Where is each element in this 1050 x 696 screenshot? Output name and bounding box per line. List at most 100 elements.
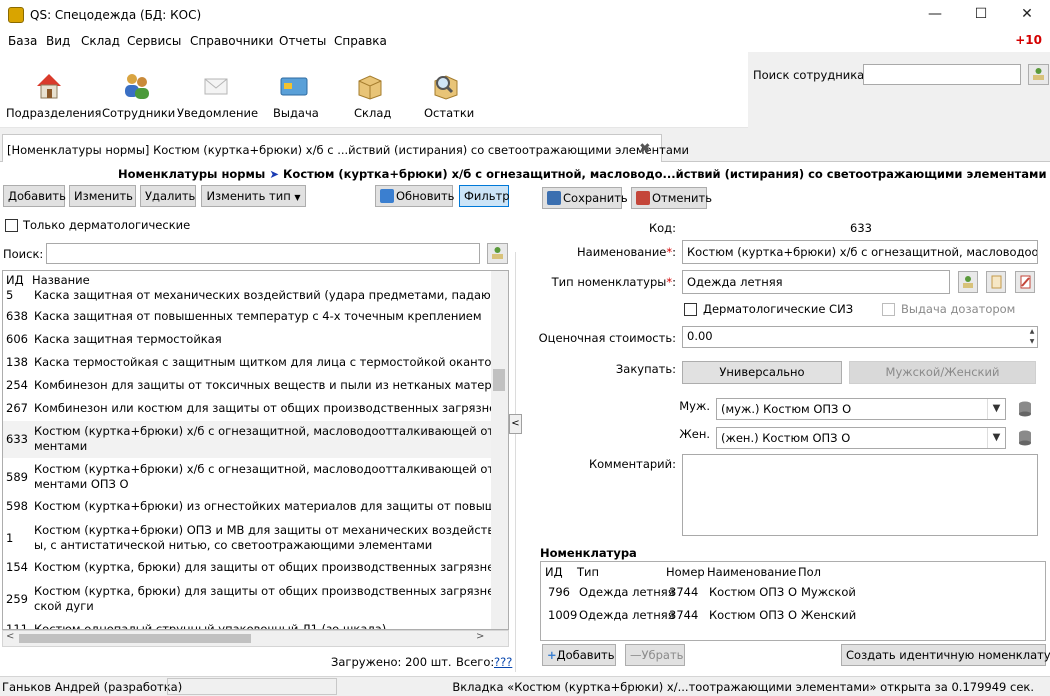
list-item[interactable]: 606 Каска защитная термостойкая <box>3 329 491 352</box>
derma-checkbox[interactable] <box>684 303 697 316</box>
close-tab-icon[interactable]: ✖ <box>639 141 651 157</box>
list-item[interactable]: 5 Каска защитная от механических воздейс… <box>3 286 492 306</box>
notification-counter[interactable]: +10 <box>1015 33 1042 47</box>
nom-column-number[interactable]: Номер <box>666 565 705 579</box>
list-item[interactable]: 267 Комбинезон или костюм для защиты от … <box>3 398 492 421</box>
list-item[interactable]: 138 Каска термостойкая с защитным щитком… <box>3 352 492 375</box>
search-button[interactable] <box>487 243 508 264</box>
add-button[interactable]: Добавить <box>3 185 66 207</box>
search-label: Поиск: <box>3 247 44 261</box>
cancel-button[interactable]: Отменить <box>631 187 712 209</box>
list-item[interactable]: 638 Каска защитная от повышенных темпера… <box>3 306 491 329</box>
filter-button[interactable]: Фильтр <box>459 185 510 207</box>
list-item[interactable]: 154 Костюм (куртка, брюки) для защиты от… <box>3 557 492 580</box>
list-horizontal-scrollbar[interactable]: < > <box>2 630 509 647</box>
delete-button[interactable]: Удалить <box>140 185 196 207</box>
menu-vid[interactable]: Вид <box>46 34 70 48</box>
nom-column-id[interactable]: ИД <box>545 565 563 579</box>
derma-only-checkbox[interactable] <box>5 219 18 232</box>
collapse-panel-button[interactable]: < <box>509 414 522 434</box>
menu-spravochniki[interactable]: Справочники <box>190 34 273 48</box>
name-label: Наименование*: <box>577 245 676 259</box>
person-search-icon <box>492 247 503 259</box>
nom-remove-button[interactable]: —Убрать <box>625 644 685 666</box>
breadcrumb: Номенклатуры нормы ➤ Костюм (куртка+брюк… <box>118 167 1047 181</box>
price-input[interactable]: 0.00 <box>682 326 1038 348</box>
toolbar-podrazdeleniya-button[interactable]: Подразделения <box>4 66 101 122</box>
comment-textarea[interactable] <box>682 454 1038 536</box>
list-item-selected[interactable]: 633 Костюм (куртка+брюки) х/б с огнезащи… <box>3 421 492 458</box>
toolbar-uvedomlenie-button[interactable]: Уведомление <box>176 66 258 122</box>
list-item[interactable]: 1 Костюм (куртка+брюки) ОПЗ и МВ для защ… <box>3 519 492 557</box>
scrollbar-thumb[interactable] <box>19 634 251 643</box>
minimize-button[interactable]: — <box>912 0 958 30</box>
menu-baza[interactable]: База <box>8 34 37 48</box>
tab-content: Номенклатуры нормы ➤ Костюм (куртка+брюк… <box>0 162 1050 676</box>
column-header-name[interactable]: Название <box>32 273 90 287</box>
table-row[interactable]: 796 Одежда летняя 3744 Костюм ОПЗ О Мужс… <box>541 581 1045 603</box>
female-database-button[interactable] <box>1016 429 1034 447</box>
plus-icon: + <box>547 648 557 662</box>
window-title: QS: Спецодежда (БД: КОС) <box>30 8 202 22</box>
price-spinner[interactable]: ▲ ▼ <box>1027 327 1037 347</box>
maximize-button[interactable]: ☐ <box>958 0 1004 30</box>
column-header-id[interactable]: ИД <box>6 273 24 287</box>
list-item[interactable]: 589 Костюм (куртка+брюки) х/б с огнезащи… <box>3 458 492 496</box>
main-toolbar: Подразделения Сотрудники Уведомление Выд… <box>0 52 748 128</box>
name-input[interactable]: Костюм (куртка+брюки) х/б с огнезащитной… <box>682 240 1038 264</box>
nom-column-gender[interactable]: Пол <box>798 565 821 579</box>
chevron-down-icon: ▼ <box>987 399 1005 419</box>
nom-column-type[interactable]: Тип <box>577 565 599 579</box>
open-type-button[interactable] <box>986 271 1006 293</box>
save-icon <box>547 191 561 205</box>
create-identical-button[interactable]: Создать идентичную номенклатуру <box>841 644 1050 666</box>
toolbar-sotrudniki-button[interactable]: Сотрудники <box>100 66 175 122</box>
code-value: 633 <box>850 221 872 235</box>
employee-search-button[interactable] <box>1028 64 1049 85</box>
nom-add-button[interactable]: +Добавить <box>542 644 616 666</box>
refresh-button[interactable]: Обновить <box>375 185 454 207</box>
menu-spravka[interactable]: Справка <box>334 34 387 48</box>
tab-title: [Номенклатуры нормы] Костюм (куртка+брюк… <box>7 143 690 157</box>
edit-button[interactable]: Изменить <box>69 185 136 207</box>
list-item[interactable]: 259 Костюм (куртка, брюки) для защиты от… <box>3 580 492 618</box>
toolbar-vydacha-button[interactable]: Выдача <box>266 66 322 122</box>
breadcrumb-root: Номенклатуры нормы <box>118 167 266 181</box>
scrollbar-thumb[interactable] <box>493 369 505 391</box>
save-button[interactable]: Сохранить <box>542 187 628 209</box>
male-database-button[interactable] <box>1016 400 1034 418</box>
select-type-button[interactable] <box>958 271 978 293</box>
menu-sklad[interactable]: Склад <box>81 34 120 48</box>
dispenser-checkbox[interactable] <box>882 303 895 316</box>
employee-search-input[interactable] <box>863 64 1021 85</box>
type-input[interactable]: Одежда летняя <box>682 270 950 294</box>
female-nomenclature-select[interactable]: (жен.) Костюм ОПЗ О ▼ <box>716 427 1006 449</box>
male-nomenclature-select[interactable]: (муж.) Костюм ОПЗ О ▼ <box>716 398 1006 420</box>
tab-nomenclature-norm[interactable]: [Номенклатуры нормы] Костюм (куртка+брюк… <box>2 134 689 163</box>
list-item[interactable]: 598 Костюм (куртка+брюки) из огнестойких… <box>3 496 492 519</box>
table-row[interactable]: 1009 Одежда летняя 3744 Костюм ОПЗ О Жен… <box>541 604 1045 626</box>
universal-button[interactable]: Универсально <box>682 361 842 384</box>
menu-otchety[interactable]: Отчеты <box>279 34 326 48</box>
edit-type-button[interactable] <box>1015 271 1035 293</box>
list-item[interactable]: 254 Комбинезон для защиты от токсичных в… <box>3 375 492 398</box>
nomenclature-table[interactable]: ИД Тип Номер Наименование Пол 796 Одежда… <box>540 561 1046 641</box>
male-label: Муж. <box>679 399 710 413</box>
scroll-left-icon[interactable]: < <box>6 631 14 642</box>
scroll-right-icon[interactable]: > <box>476 631 484 642</box>
panel-splitter[interactable]: < <box>509 252 524 672</box>
close-window-button[interactable]: ✕ <box>1004 0 1050 30</box>
male-female-button[interactable]: Мужской/Женский <box>849 361 1036 384</box>
list-vertical-scrollbar[interactable] <box>491 271 508 629</box>
nomenclature-list[interactable]: ИД Название 5 Каска защитная от механиче… <box>2 270 509 630</box>
search-input[interactable] <box>46 243 480 264</box>
minus-icon: — <box>630 648 642 662</box>
change-type-button[interactable]: Изменить тип ▼ <box>201 185 306 207</box>
cancel-icon <box>636 191 650 205</box>
people-icon <box>125 74 149 99</box>
toolbar-ostatki-button[interactable]: Остатки <box>418 66 474 122</box>
toolbar-sklad-button[interactable]: Склад <box>342 66 398 122</box>
list-item[interactable]: 111 Костюм однопалый струнный упаковочны… <box>3 618 491 629</box>
nom-column-name[interactable]: Наименование <box>707 565 796 579</box>
menu-servisy[interactable]: Сервисы <box>127 34 181 48</box>
